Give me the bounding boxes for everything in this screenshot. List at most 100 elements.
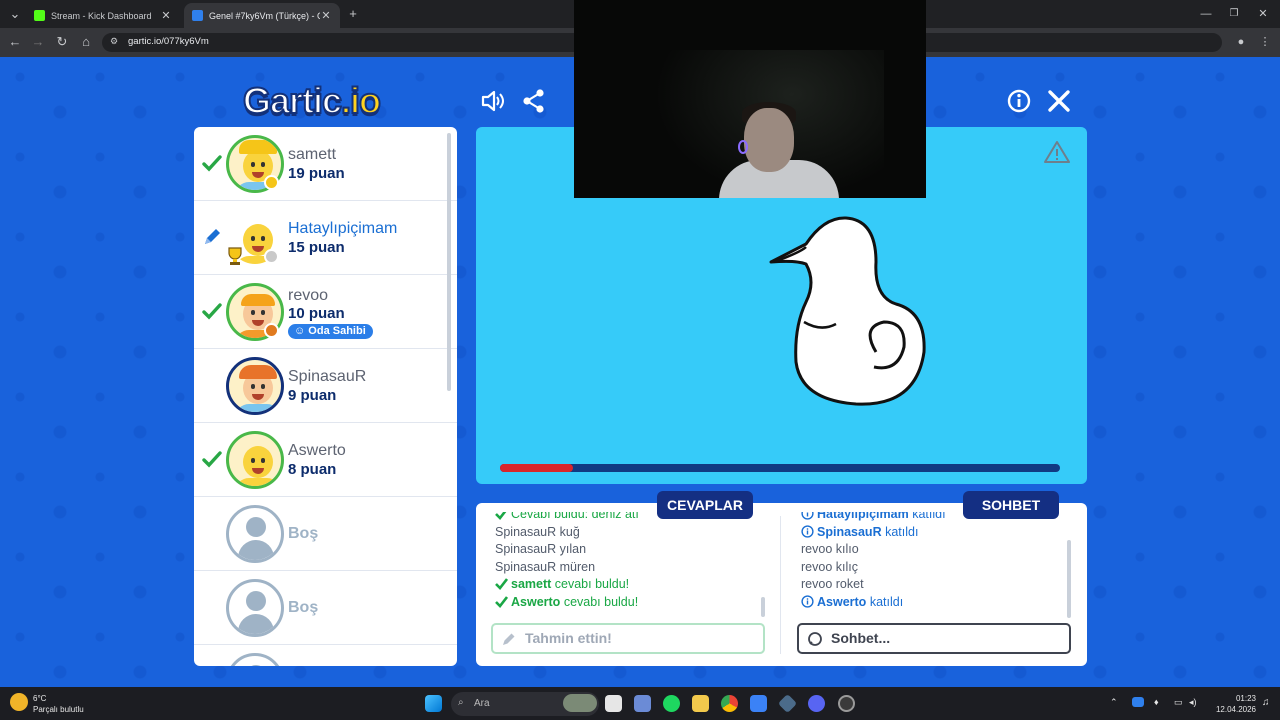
chat-bubble-icon — [808, 632, 822, 646]
info-icon — [801, 512, 814, 520]
chat-input[interactable]: Sohbet... — [797, 623, 1071, 654]
chat-line: SpinasauR katıldı — [801, 524, 1063, 542]
status-dot — [264, 175, 279, 190]
empty-slot[interactable]: Boş — [194, 571, 457, 645]
maximize-button[interactable]: ❐ — [1225, 5, 1243, 23]
browser-menu-icon[interactable]: ⋮ — [1256, 33, 1274, 51]
trophy-icon — [228, 247, 242, 265]
reload-icon[interactable]: ↻ — [53, 33, 71, 51]
system-clock[interactable]: 01:23 12.04.2026 — [1208, 693, 1256, 715]
player-row: samett 19 puan — [194, 127, 457, 201]
pencil-icon — [205, 229, 220, 244]
round-timer-fill — [500, 464, 573, 472]
chat-log: Hataylıpiçimam katıldı SpinasauR katıldı… — [801, 512, 1063, 618]
task-view-icon[interactable] — [605, 695, 622, 712]
search-icon: ⌕ — [458, 697, 464, 708]
answers-scrollbar[interactable] — [761, 597, 765, 617]
chat-scrollbar[interactable] — [1067, 540, 1071, 618]
player-avatar — [226, 357, 284, 415]
empty-slot[interactable] — [194, 645, 457, 666]
answer-line: SpinasauR müren — [495, 559, 596, 574]
volume-icon[interactable]: ◂) — [1189, 697, 1197, 708]
report-warning-icon[interactable] — [1044, 140, 1070, 164]
player-score: 9 puan — [288, 387, 337, 404]
tab-kick-dashboard[interactable]: Stream - Kick Dashboard ✕ — [26, 3, 180, 28]
search-highlight-image — [563, 694, 597, 712]
check-icon — [495, 512, 508, 520]
site-info-icon[interactable]: ⚙ — [110, 36, 120, 48]
store-icon[interactable] — [634, 695, 651, 712]
player-avatar — [226, 431, 284, 489]
sound-icon[interactable] — [480, 88, 506, 114]
pencil-icon — [503, 633, 515, 645]
url-text: gartic.io/077ky6Vm — [128, 36, 209, 47]
round-timer-bar — [500, 464, 1060, 472]
chat-line: Hataylıpiçimam katıldı — [801, 512, 1063, 524]
player-name: SpinasauR — [288, 368, 367, 385]
tab-gartic[interactable]: Genel #7ky6Vm (Türkçe) - Gartic ✕ — [184, 3, 340, 28]
player-score: 8 puan — [288, 461, 337, 478]
player-name: Hataylıpiçimam — [288, 220, 398, 237]
gartic-logo: Gartic.io — [242, 79, 382, 122]
panel-divider — [780, 516, 781, 654]
chat-line: Aswerto katıldı — [801, 594, 1063, 612]
weather-widget[interactable]: 6°C Parçalı bulutlu — [33, 693, 84, 715]
profile-avatar[interactable]: ● — [1232, 33, 1250, 51]
status-dot — [264, 323, 279, 338]
taskbar-search-label: Ara — [474, 698, 490, 709]
player-score: 10 puan — [288, 305, 345, 322]
network-icon[interactable]: ▭ — [1174, 697, 1183, 708]
tab-search-icon[interactable]: ⌄ — [6, 5, 24, 23]
drawing-seahorse — [769, 216, 926, 406]
minimize-button[interactable]: — — [1197, 5, 1215, 23]
tab-close-icon[interactable]: ✕ — [320, 9, 332, 22]
guess-input[interactable]: Tahmin ettin! — [491, 623, 765, 654]
empty-avatar — [226, 579, 284, 637]
tab-close-icon[interactable]: ✕ — [160, 9, 172, 22]
answer-line: SpinasauR kuğ — [495, 524, 580, 539]
windows-start-icon[interactable] — [425, 695, 442, 712]
player-row: Aswerto 8 puan — [194, 423, 457, 497]
tray-app-icon[interactable] — [1132, 697, 1144, 707]
info-icon — [801, 524, 814, 538]
forward-icon[interactable]: → — [29, 33, 47, 51]
player-row: revoo 10 puan ☺ Oda Sahibi — [194, 275, 457, 349]
check-icon — [495, 577, 509, 590]
file-explorer-icon[interactable] — [692, 695, 709, 712]
answer-line: samett cevabı buldu! — [495, 576, 765, 594]
info-icon[interactable] — [1006, 88, 1032, 114]
player-score: 19 puan — [288, 165, 345, 182]
answer-line: Aswerto cevabı buldu! — [495, 594, 765, 612]
answer-line: SpinasauR yılan — [495, 542, 587, 556]
empty-avatar — [226, 653, 284, 666]
chat-line: revoo kılıo — [801, 542, 859, 556]
answers-log: Cevabı buldu: deniz atı SpinasauR kuğ Sp… — [495, 512, 765, 618]
chat-line: revoo roket — [801, 577, 864, 591]
weather-icon[interactable] — [10, 693, 28, 711]
obs-icon[interactable] — [838, 695, 855, 712]
player-name: Aswerto — [288, 442, 346, 459]
empty-avatar — [226, 505, 284, 563]
spotify-icon[interactable] — [663, 695, 680, 712]
discord-icon[interactable] — [808, 695, 825, 712]
chrome-icon[interactable] — [721, 695, 738, 712]
player-row: Hataylıpiçimam 15 puan — [194, 201, 457, 275]
share-icon[interactable] — [521, 88, 547, 114]
home-icon[interactable]: ⌂ — [77, 33, 95, 51]
player-list: samett 19 puan Hataylıpiçimam 15 puan re… — [194, 127, 457, 666]
player-name: revoo — [288, 287, 329, 304]
player-score: 15 puan — [288, 239, 345, 256]
mail-icon[interactable] — [750, 695, 767, 712]
tray-chevron-icon[interactable]: ⌃ — [1110, 697, 1118, 708]
close-window-button[interactable]: ✕ — [1254, 5, 1272, 23]
empty-slot-label: Boş — [288, 599, 319, 616]
check-icon — [495, 595, 509, 608]
microphone-icon[interactable]: ♦ — [1154, 697, 1159, 707]
player-list-scrollbar[interactable] — [447, 133, 451, 391]
close-game-icon[interactable] — [1046, 88, 1072, 114]
answer-line: Cevabı buldu: deniz atı — [495, 512, 765, 524]
empty-slot[interactable]: Boş — [194, 497, 457, 571]
back-icon[interactable]: ← — [6, 33, 24, 51]
notifications-icon[interactable]: ♫ — [1262, 697, 1270, 708]
new-tab-button[interactable]: + — [344, 5, 362, 23]
